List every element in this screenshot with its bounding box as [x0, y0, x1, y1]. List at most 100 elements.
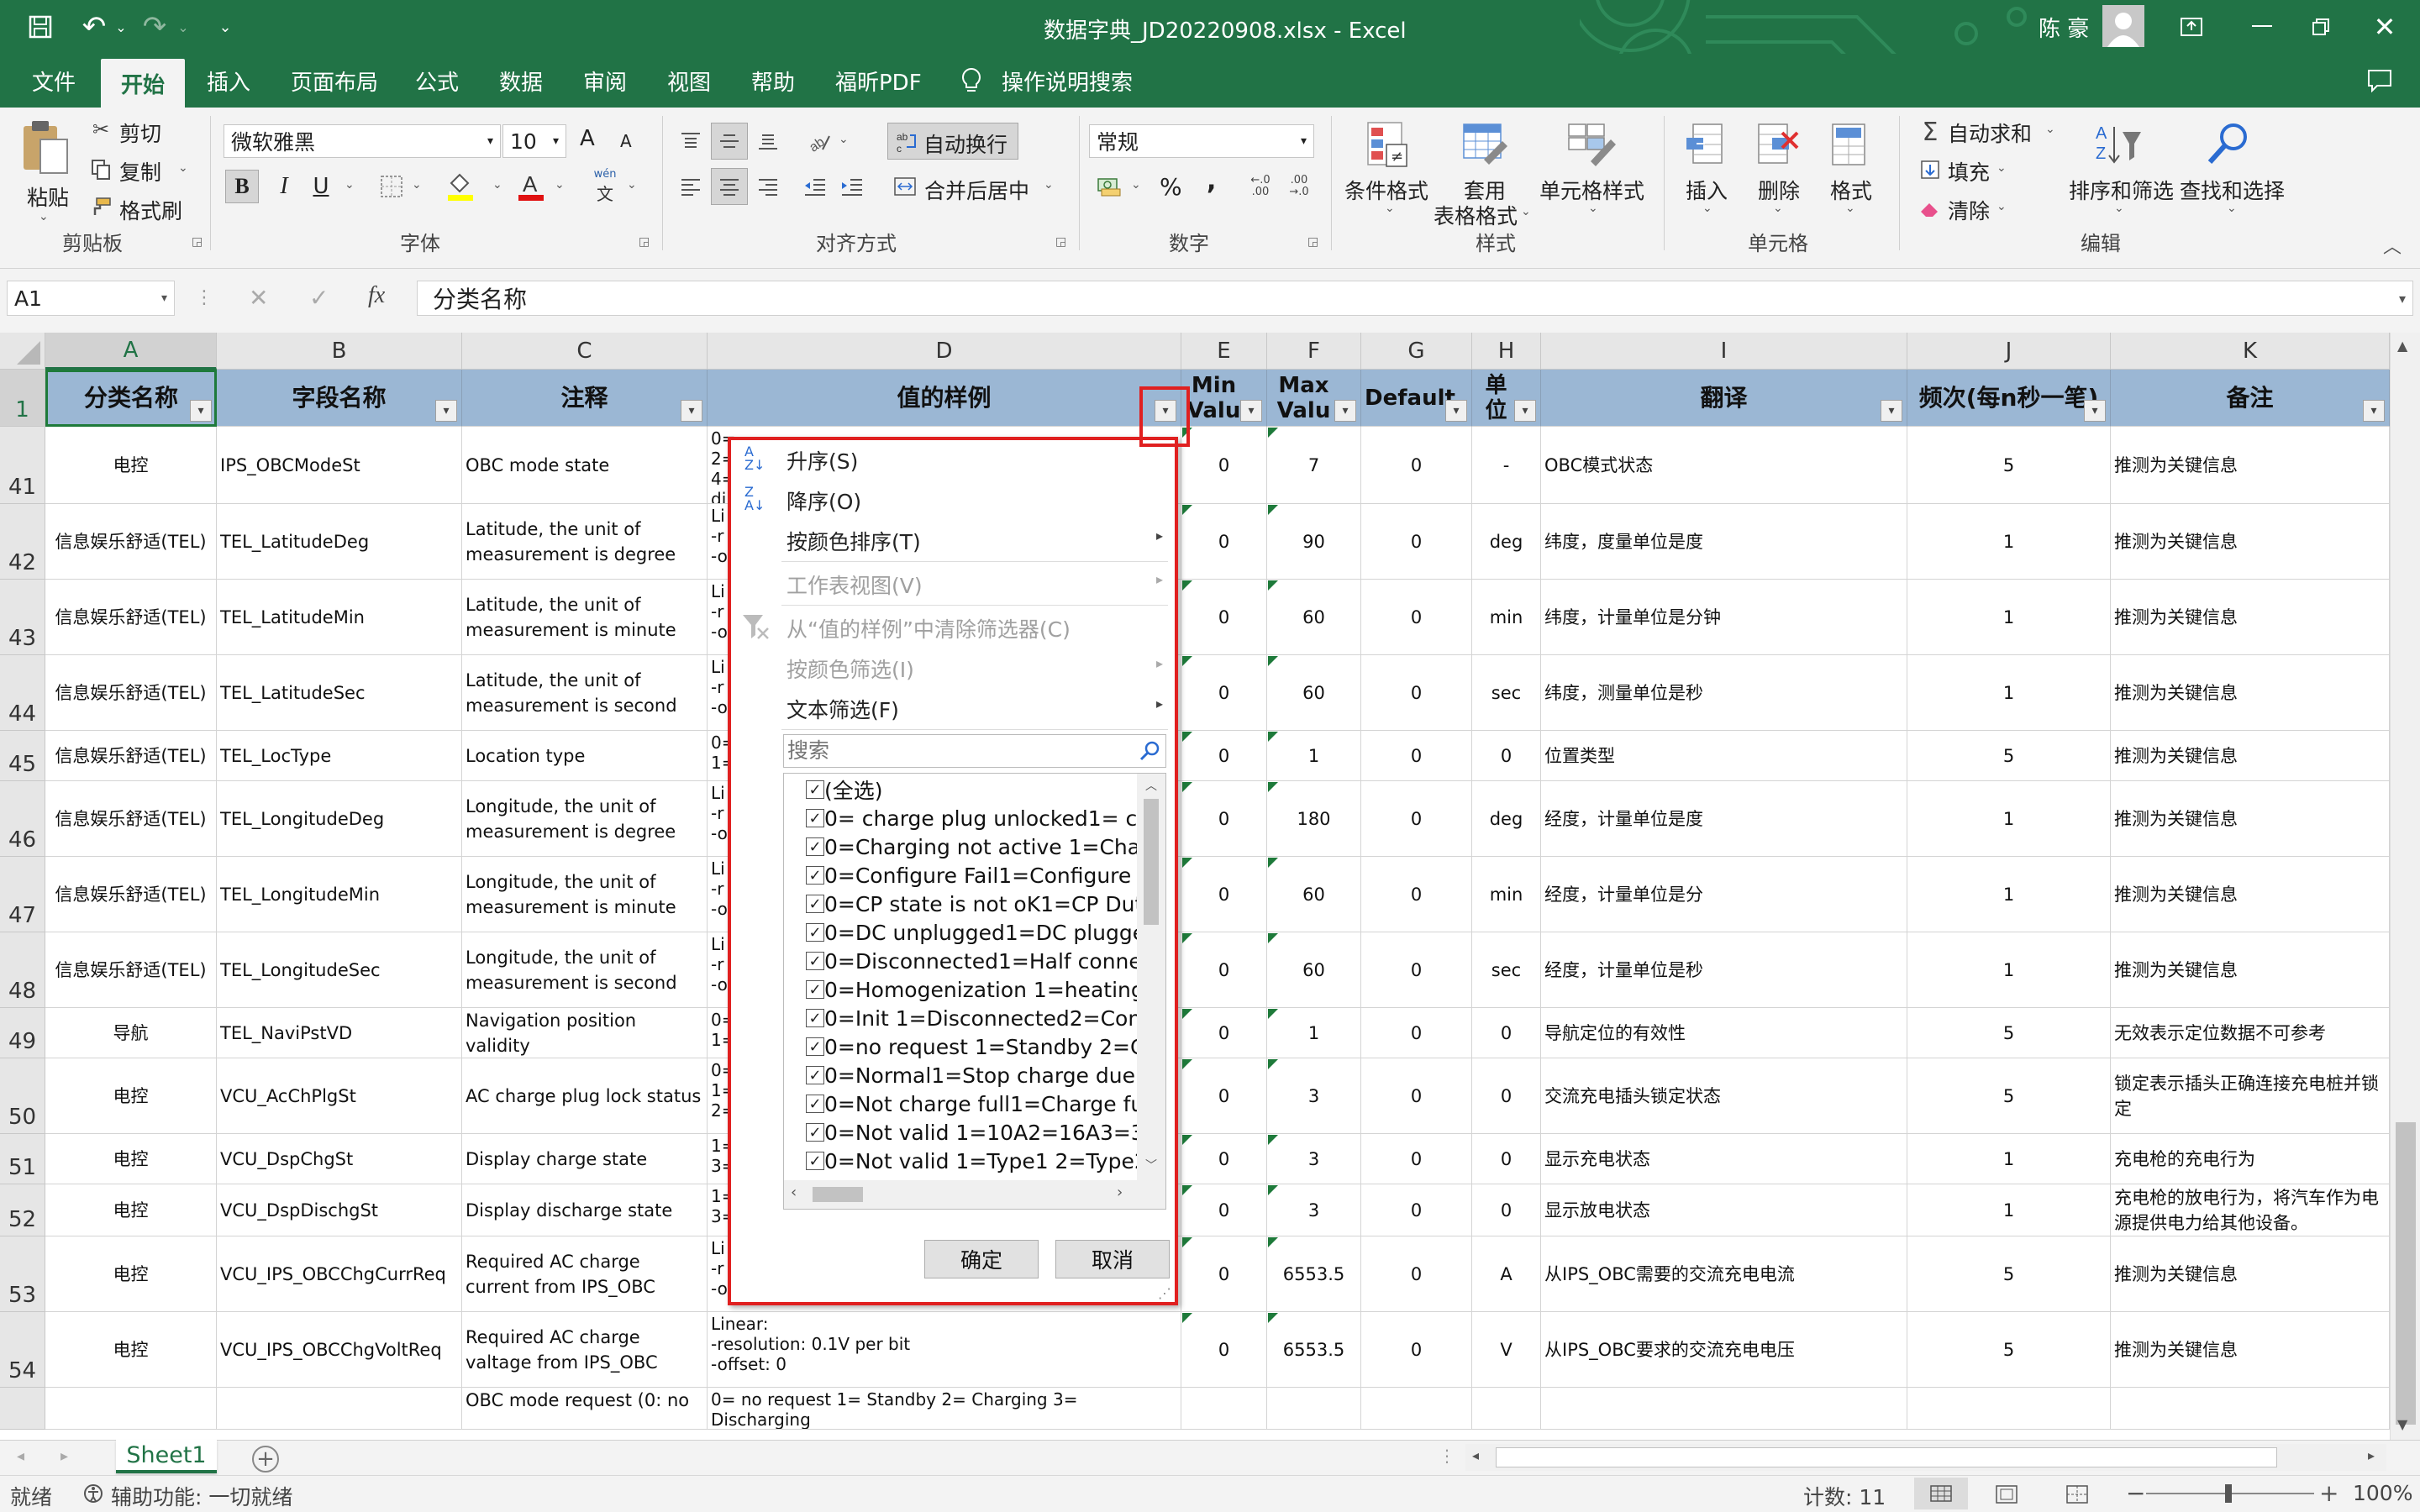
cell-col-e[interactable]: 0 — [1181, 1312, 1267, 1388]
header-cell[interactable]: 值的样例 — [708, 370, 1181, 427]
tab-foxit-pdf[interactable]: 福昕PDF — [832, 54, 925, 108]
filter-value-item[interactable]: 0=Not charge full1=Charge full — [824, 1089, 1137, 1118]
cell-col-j[interactable]: 1 — [1907, 781, 2111, 857]
cell-col-c[interactable]: Required AC charge current from IPS_OBC — [462, 1236, 708, 1312]
cell-col-i[interactable]: 从IPS_OBC需要的交流充电电流 — [1541, 1236, 1907, 1312]
undo-dropdown-icon[interactable]: ⌄ — [113, 12, 129, 42]
cell-col-g[interactable]: 0 — [1361, 655, 1472, 731]
page-layout-view-icon[interactable] — [1995, 1484, 2018, 1508]
cell-col-k[interactable]: 无效表示定位数据不可参考 — [2111, 1008, 2390, 1058]
cell-col-c[interactable]: Location type — [462, 731, 708, 781]
row-header[interactable]: 43 — [0, 580, 45, 655]
cell-col-c[interactable]: Longitude, the unit of measurement is se… — [462, 932, 708, 1008]
insert-cells-button[interactable]: 插入 — [1686, 175, 1728, 205]
cell-col-k[interactable]: 推测为关键信息 — [2111, 781, 2390, 857]
sort-ascending-item[interactable]: 升序(S) — [786, 445, 858, 475]
checkbox-checked-icon[interactable]: ✓ — [806, 1066, 824, 1084]
zoom-slider[interactable] — [2146, 1484, 2314, 1503]
insert-dropdown-icon[interactable]: ⌄ — [1702, 202, 1712, 215]
column-header-col-j[interactable]: J — [1907, 333, 2111, 370]
scroll-left-icon[interactable]: ‹ — [791, 1184, 797, 1201]
filter-value-item[interactable]: 0= charge plug unlocked1= cha — [824, 804, 1137, 832]
cell-col-g[interactable]: 0 — [1361, 504, 1472, 580]
cell-col-f[interactable]: 60 — [1267, 655, 1361, 731]
checkbox-checked-icon[interactable]: ✓ — [806, 866, 824, 885]
row-header[interactable]: 53 — [0, 1236, 45, 1312]
cell-col-c[interactable]: Latitude, the unit of measurement is min… — [462, 580, 708, 655]
cell-col-i[interactable]: 经度，计量单位是分 — [1541, 857, 1907, 932]
font-name-select[interactable]: 微软雅黑 ▾ — [224, 124, 501, 158]
normal-view-icon[interactable] — [1914, 1478, 1968, 1509]
cell-col-h[interactable]: sec — [1472, 655, 1541, 731]
cell-col-c[interactable]: Display discharge state — [462, 1184, 708, 1236]
avatar[interactable] — [2102, 5, 2144, 47]
cell-col-k[interactable] — [2111, 1388, 2390, 1430]
row-header[interactable]: 45 — [0, 731, 45, 781]
cell-col-g[interactable]: 0 — [1361, 1134, 1472, 1184]
wrap-text-button[interactable]: ab c 自动换行 — [887, 123, 1018, 160]
cell-col-j[interactable]: 1 — [1907, 580, 2111, 655]
orientation-dropdown-icon[interactable]: ⌄ — [839, 133, 849, 146]
cell-col-i[interactable]: 经度，计量单位是秒 — [1541, 932, 1907, 1008]
restore-icon[interactable] — [2286, 0, 2356, 54]
row-header[interactable]: 54 — [0, 1312, 45, 1388]
sheet-tab-sheet1[interactable]: Sheet1 — [116, 1440, 217, 1473]
column-header-col-a[interactable]: A — [45, 333, 217, 370]
checkbox-checked-icon[interactable]: ✓ — [806, 895, 824, 913]
align-bottom-icon[interactable] — [751, 124, 785, 158]
confirm-entry-icon[interactable]: ✓ — [309, 284, 329, 312]
header-cell[interactable]: 频次(每n秒一笔) — [1907, 370, 2111, 427]
filter-dropdown-icon[interactable]: ▾ — [1881, 400, 1902, 422]
filter-search-input[interactable] — [784, 735, 1120, 765]
sort-filter-dropdown-icon[interactable]: ⌄ — [2114, 202, 2124, 215]
conditional-dropdown-icon[interactable]: ⌄ — [1385, 202, 1395, 215]
cell-col-a[interactable]: 信息娱乐舒适(TEL) — [45, 932, 217, 1008]
cell-col-i[interactable]: OBC模式状态 — [1541, 427, 1907, 504]
cell-col-i[interactable]: 纬度，度量单位是度 — [1541, 504, 1907, 580]
cell-col-c[interactable]: OBC mode request (0: no — [462, 1388, 708, 1430]
align-middle-icon[interactable] — [711, 123, 748, 160]
cell-col-g[interactable]: 0 — [1361, 1008, 1472, 1058]
phonetic-dropdown-icon[interactable]: ⌄ — [627, 178, 637, 192]
tab-help[interactable]: 帮助 — [748, 54, 798, 108]
cell-col-f[interactable]: 180 — [1267, 781, 1361, 857]
filter-value-item[interactable]: 0=Disconnected1=Half connecte — [824, 947, 1137, 975]
cell-col-f[interactable]: 7 — [1267, 427, 1361, 504]
cell-col-e[interactable]: 0 — [1181, 655, 1267, 731]
column-header-col-h[interactable]: H — [1472, 333, 1541, 370]
paste-dropdown-icon[interactable]: ⌄ — [39, 210, 49, 223]
find-dropdown-icon[interactable]: ⌄ — [2227, 202, 2237, 215]
cell-col-a[interactable]: 电控 — [45, 1312, 217, 1388]
cell-col-f[interactable]: 6553.5 — [1267, 1312, 1361, 1388]
cell-styles-dropdown-icon[interactable]: ⌄ — [1588, 202, 1598, 215]
cell-col-k[interactable]: 推测为关键信息 — [2111, 731, 2390, 781]
text-filters-item[interactable]: 文本筛选(F) — [786, 694, 899, 724]
header-cell[interactable]: 翻译 — [1541, 370, 1907, 427]
format-cells-icon[interactable] — [1825, 118, 1872, 171]
font-size-select[interactable]: 10 ▾ — [502, 124, 566, 158]
cell-col-f[interactable]: 1 — [1267, 731, 1361, 781]
clear-button[interactable]: 清除 — [1948, 195, 1990, 225]
format-as-table-line2[interactable]: 表格格式 — [1434, 200, 1518, 230]
filter-value-item[interactable]: (全选) — [824, 775, 883, 804]
checkbox-checked-icon[interactable]: ✓ — [806, 1037, 824, 1056]
cell-col-h[interactable]: sec — [1472, 932, 1541, 1008]
checkbox-checked-icon[interactable]: ✓ — [806, 1152, 824, 1170]
filter-value-item[interactable]: 0=CP state is not oK1=CP Duty& — [824, 890, 1137, 918]
checkbox-checked-icon[interactable]: ✓ — [806, 1123, 824, 1142]
filter-value-item[interactable]: 0=Configure Fail1=Configure suc — [824, 861, 1137, 890]
row-header[interactable]: 47 — [0, 857, 45, 932]
cell-col-a[interactable]: 信息娱乐舒适(TEL) — [45, 580, 217, 655]
clear-icon[interactable] — [1918, 195, 1943, 222]
accounting-format-icon[interactable] — [1092, 170, 1126, 203]
scroll-right-icon[interactable]: ▸ — [2368, 1447, 2375, 1463]
zoom-level[interactable]: 100% — [2353, 1481, 2412, 1505]
cell-col-d[interactable]: 0= no request 1= Standby 2= Charging 3= … — [708, 1388, 1181, 1430]
cell-col-d[interactable]: Linear: -resolution: 0.1V per bit -offse… — [708, 1312, 1181, 1388]
name-box[interactable]: A1 ▾ — [7, 281, 175, 316]
cell-col-a[interactable]: 电控 — [45, 427, 217, 504]
alignment-launcher-icon[interactable]: ◲ — [1055, 235, 1066, 249]
cell-col-i[interactable]: 导航定位的有效性 — [1541, 1008, 1907, 1058]
cell-col-i[interactable]: 显示充电状态 — [1541, 1134, 1907, 1184]
cell-col-b[interactable]: VCU_DspDischgSt — [217, 1184, 462, 1236]
